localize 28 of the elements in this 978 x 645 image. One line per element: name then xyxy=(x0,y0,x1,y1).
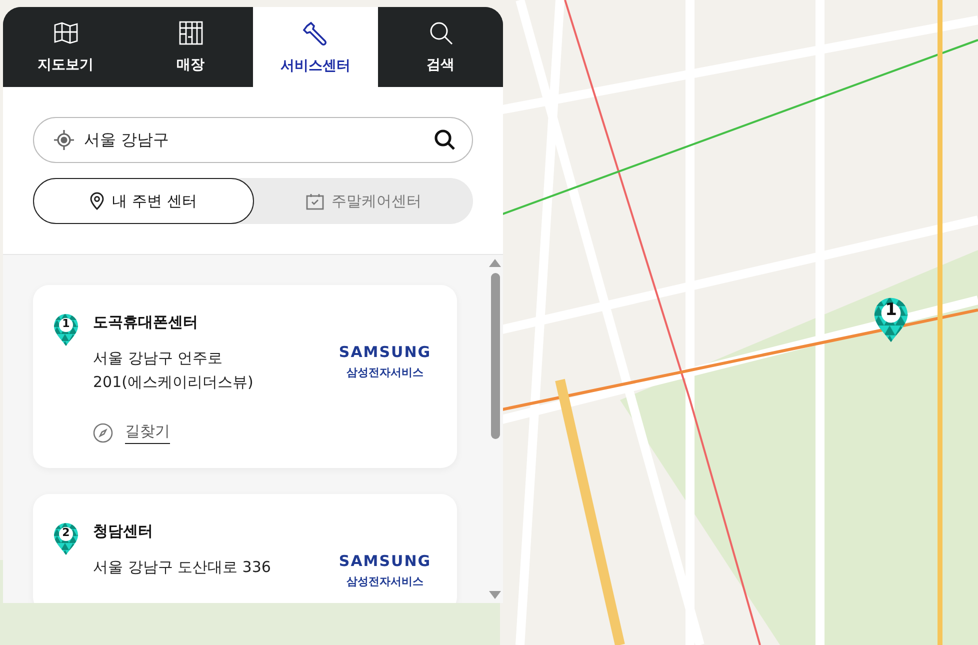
location-pin-icon xyxy=(90,192,104,210)
scroll-down-icon[interactable] xyxy=(489,591,501,599)
numbered-pin-icon: 2 xyxy=(53,522,79,556)
numbered-pin-icon: 1 xyxy=(53,313,79,347)
brand-logo: SAMSUNG xyxy=(338,552,432,570)
search-icon xyxy=(428,20,454,46)
search-input[interactable]: 서울 강남구 xyxy=(82,130,426,150)
center-name: 청담센터 xyxy=(93,522,154,541)
logo-subtitle: 삼성전자서비스 xyxy=(346,574,424,589)
segment-tab[interactable]: 주말케어센터 xyxy=(254,178,473,224)
building-icon xyxy=(178,20,204,46)
directions-link[interactable]: 길찾기 xyxy=(125,422,170,444)
map-icon xyxy=(52,20,78,46)
brand-logo: SAMSUNG xyxy=(338,343,432,361)
search-icon[interactable] xyxy=(434,129,456,151)
compass-icon xyxy=(93,423,113,443)
crosshair-icon xyxy=(54,130,74,150)
calendar-check-icon xyxy=(306,192,324,210)
center-address: 서울 강남구 도산대로 336 xyxy=(93,557,272,578)
tab[interactable]: 서비스센터 xyxy=(253,7,378,87)
wrench-icon xyxy=(302,19,330,47)
search-field[interactable]: 서울 강남구 xyxy=(33,117,473,163)
scrollbar-thumb[interactable] xyxy=(490,273,500,439)
center-address: 서울 강남구 언주로 201(에스케이리더스뷰) xyxy=(93,348,254,393)
logo-subtitle: 삼성전자서비스 xyxy=(346,365,424,380)
center-name: 도곡휴대폰센터 xyxy=(93,313,199,332)
segment-tab[interactable]: 내 주변 센터 xyxy=(33,178,254,224)
scroll-up-icon[interactable] xyxy=(489,259,501,267)
